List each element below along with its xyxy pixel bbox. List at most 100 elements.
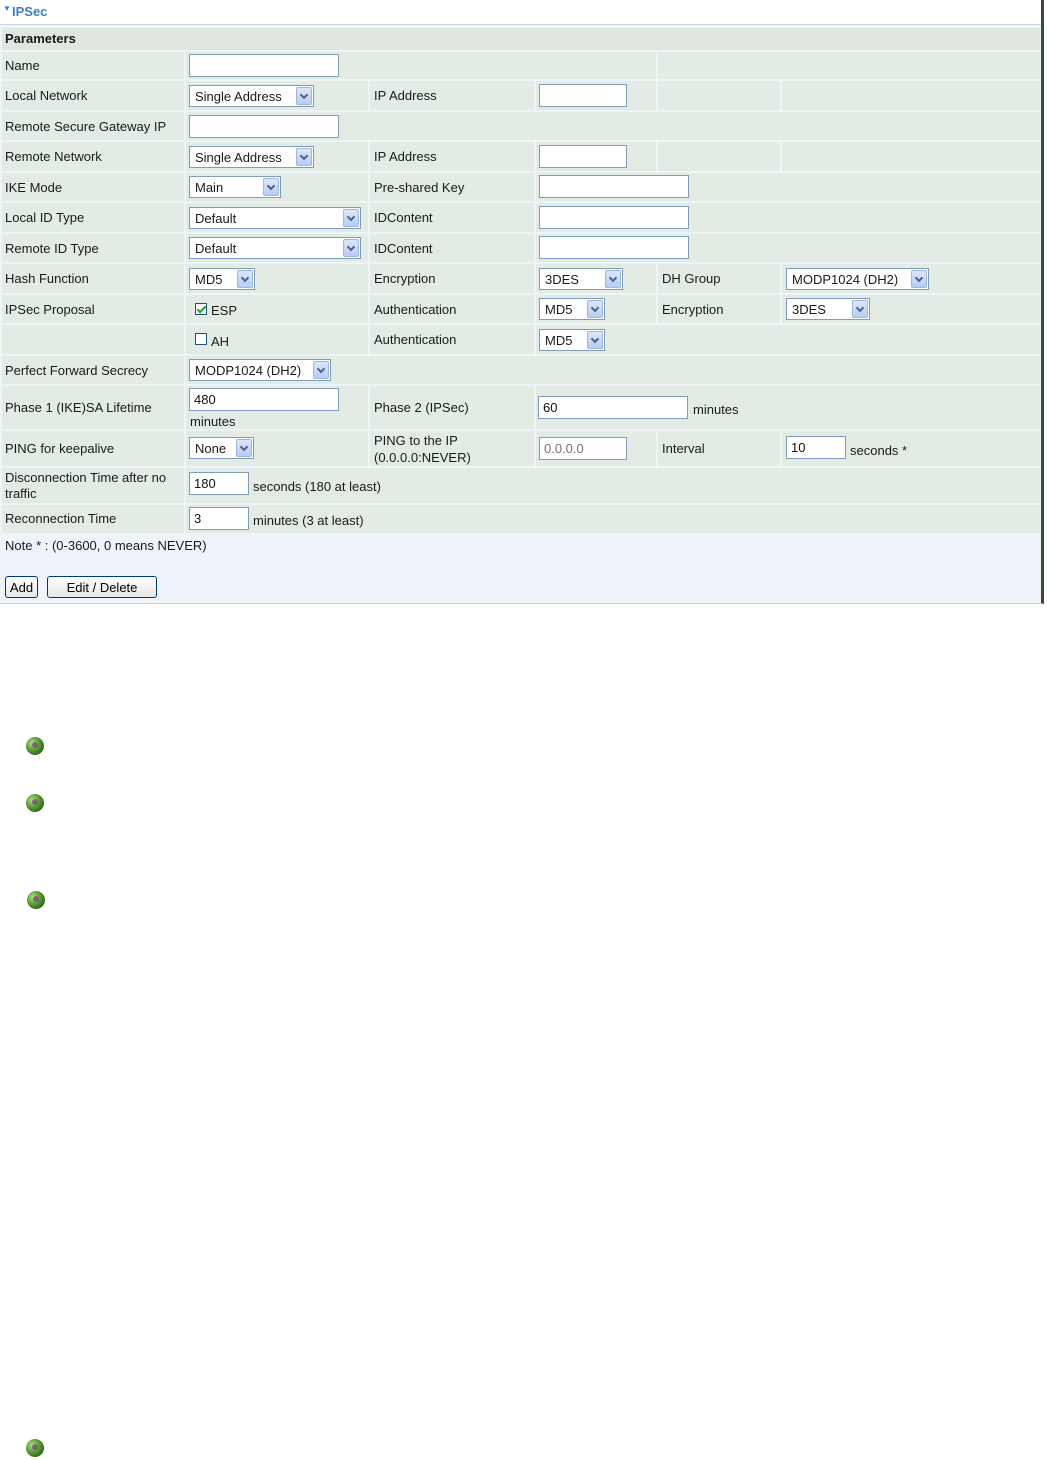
- hash-function-select-value: MD5: [195, 272, 223, 287]
- chevron-down-icon: [343, 239, 359, 257]
- local-id-type-select-value: Default: [195, 211, 237, 226]
- hash-function-select[interactable]: MD5: [189, 268, 255, 290]
- hash-encryption-select-value: 3DES: [545, 272, 579, 287]
- section-title: Parameters: [5, 31, 76, 46]
- chevron-down-icon: [296, 87, 312, 105]
- edit-delete-button[interactable]: Edit / Delete: [47, 576, 157, 598]
- disconnection-time-unit: seconds (180 at least): [253, 479, 381, 494]
- ping-ip-label: PING to the IP: [374, 433, 458, 448]
- remote-ip-input[interactable]: [539, 145, 627, 168]
- remote-network-label: Remote Network: [5, 149, 102, 164]
- ipsec-proposal-label: IPSec Proposal: [5, 302, 95, 317]
- phase2-lifetime-input[interactable]: [538, 396, 688, 419]
- remote-id-type-select[interactable]: Default: [189, 237, 361, 259]
- reconnection-time-unit: minutes (3 at least): [253, 513, 364, 528]
- globe-icon: [27, 891, 45, 909]
- chevron-down-icon: [263, 178, 279, 196]
- ping-keepalive-select-value: None: [195, 441, 227, 456]
- remote-id-content-input[interactable]: [539, 236, 689, 259]
- chevron-down-icon: [343, 209, 359, 227]
- pre-shared-key-label: Pre-shared Key: [374, 180, 465, 195]
- ah-checkbox[interactable]: [195, 333, 207, 345]
- row-cell: [658, 52, 1040, 79]
- reconnection-time-input[interactable]: [189, 507, 249, 530]
- ike-mode-select-value: Main: [195, 180, 224, 195]
- globe-icon: [26, 1439, 44, 1457]
- dh-group-select[interactable]: MODP1024 (DH2): [786, 268, 929, 290]
- phase1-lifetime-unit: minutes: [190, 414, 236, 429]
- ah-authentication-label: Authentication: [374, 332, 457, 347]
- chevron-down-icon: [296, 148, 312, 166]
- ah-authentication-select[interactable]: MD5: [539, 329, 605, 351]
- collapse-triangle-icon[interactable]: ▼: [3, 4, 11, 13]
- panel-title: IPSec: [12, 4, 48, 19]
- esp-authentication-select-value: MD5: [545, 302, 573, 317]
- reconnection-time-label: Reconnection Time: [5, 511, 117, 526]
- phase2-lifetime-label: Phase 2 (IPSec): [374, 400, 469, 415]
- chevron-down-icon: [237, 270, 253, 288]
- note-text: Note * : (0-3600, 0 means NEVER): [5, 538, 207, 553]
- interval-unit: seconds *: [850, 443, 908, 458]
- phase1-lifetime-input[interactable]: [189, 388, 339, 411]
- esp-encryption-select-value: 3DES: [792, 302, 826, 317]
- ping-keepalive-select[interactable]: None: [189, 437, 254, 459]
- chevron-down-icon: [587, 331, 603, 349]
- disconnection-time-label: Disconnection Time after no: [5, 470, 167, 485]
- chevron-down-icon: [236, 439, 252, 457]
- disconnection-time-input[interactable]: [189, 472, 249, 495]
- remote-gateway-label: Remote Secure Gateway IP: [5, 119, 167, 134]
- interval-input[interactable]: [786, 436, 846, 459]
- ike-mode-select[interactable]: Main: [189, 176, 281, 198]
- ah-authentication-select-value: MD5: [545, 333, 573, 348]
- pfs-select[interactable]: MODP1024 (DH2): [189, 359, 331, 381]
- chevron-down-icon: [852, 300, 868, 318]
- phase1-lifetime-label: Phase 1 (IKE)SA Lifetime: [5, 400, 152, 415]
- chevron-down-icon: [911, 270, 927, 288]
- esp-authentication-label: Authentication: [374, 302, 457, 317]
- add-button[interactable]: Add: [5, 576, 38, 598]
- name-input[interactable]: [189, 54, 339, 77]
- local-ip-input[interactable]: [539, 84, 627, 107]
- local-id-content-label: IDContent: [374, 210, 433, 225]
- ah-label: AH: [211, 334, 230, 349]
- globe-icon: [26, 794, 44, 812]
- row-cell: [782, 81, 1040, 110]
- ping-ip-label-note: (0.0.0.0:NEVER): [374, 450, 471, 465]
- local-ip-label: IP Address: [374, 88, 437, 103]
- ping-keepalive-label: PING for keepalive: [5, 441, 115, 456]
- chevron-down-icon: [587, 300, 603, 318]
- row-cell: [658, 142, 780, 171]
- ike-mode-label: IKE Mode: [5, 180, 63, 195]
- pre-shared-key-input[interactable]: [539, 175, 689, 198]
- ping-ip-input[interactable]: [539, 437, 627, 460]
- local-id-type-label: Local ID Type: [5, 210, 85, 225]
- disconnection-time-label-cont: traffic: [5, 486, 37, 501]
- esp-authentication-select[interactable]: MD5: [539, 298, 605, 320]
- remote-id-type-select-value: Default: [195, 241, 237, 256]
- remote-network-select[interactable]: Single Address: [189, 146, 314, 168]
- interval-label: Interval: [662, 441, 705, 456]
- row-cell: [782, 142, 1040, 171]
- local-id-content-input[interactable]: [539, 206, 689, 229]
- name-label: Name: [5, 58, 40, 73]
- panel-title-bar[interactable]: ▼ IPSec: [0, 0, 1041, 25]
- local-id-type-select[interactable]: Default: [189, 207, 361, 229]
- local-network-select[interactable]: Single Address: [189, 85, 314, 107]
- dh-group-label: DH Group: [662, 271, 721, 286]
- remote-id-content-label: IDContent: [374, 241, 433, 256]
- row-cell: [658, 81, 780, 110]
- esp-checkbox[interactable]: [195, 303, 207, 315]
- ipsec-panel: ▼ IPSec Parameters Name Local Network Si…: [0, 0, 1044, 604]
- esp-label: ESP: [211, 303, 238, 318]
- local-network-select-value: Single Address: [195, 89, 282, 104]
- remote-id-type-label: Remote ID Type: [5, 241, 99, 256]
- remote-gateway-input[interactable]: [189, 115, 339, 138]
- row-cell: [2, 325, 184, 354]
- hash-encryption-select[interactable]: 3DES: [539, 268, 623, 290]
- esp-encryption-select[interactable]: 3DES: [786, 298, 870, 320]
- dh-group-select-value: MODP1024 (DH2): [792, 272, 899, 287]
- row-cell: [536, 325, 1040, 354]
- chevron-down-icon: [313, 361, 329, 379]
- chevron-down-icon: [605, 270, 621, 288]
- hash-function-label: Hash Function: [5, 271, 89, 286]
